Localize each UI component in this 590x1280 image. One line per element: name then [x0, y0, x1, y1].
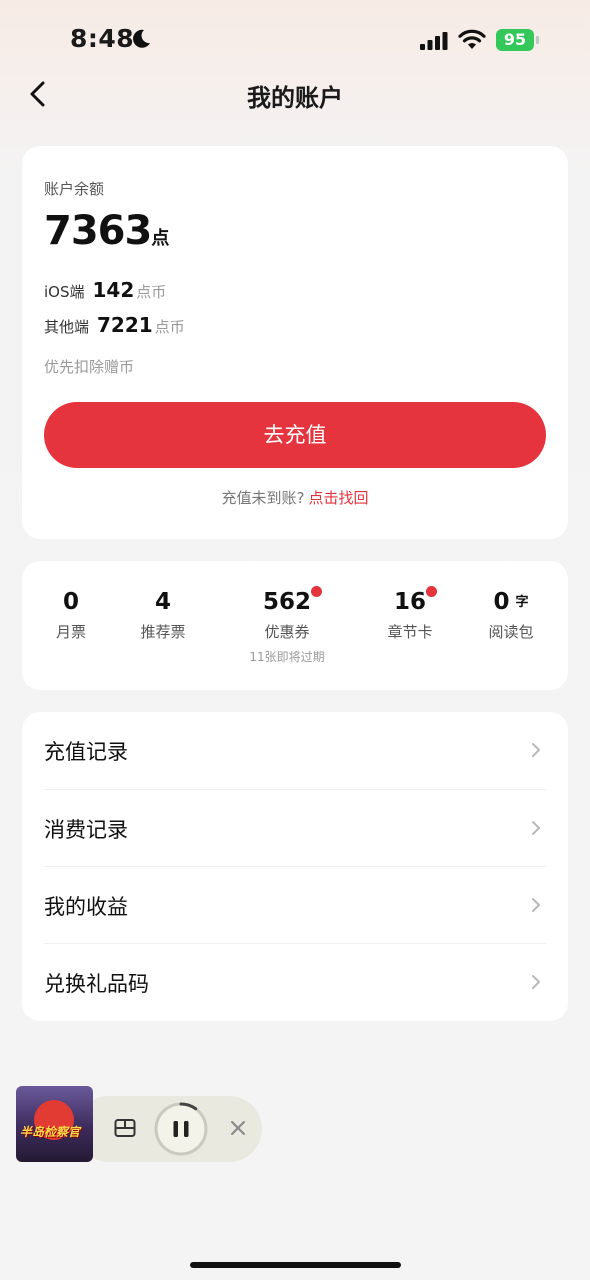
- recharge-button[interactable]: 去充值: [44, 402, 546, 468]
- other-balance-row: 其他端 7221 点币: [44, 313, 185, 337]
- menu-item-label: 我的收益: [44, 895, 128, 919]
- chevron-right-icon: [532, 975, 540, 989]
- status-time: 8:48: [70, 24, 135, 53]
- ios-unit: 点币: [136, 283, 167, 301]
- balance-card: 账户余额 7363点 iOS端 142 点币 其他端 7221 点币 优先扣除赠币 去充…: [22, 146, 568, 539]
- close-icon[interactable]: [230, 1120, 246, 1136]
- priority-note: 优先扣除赠币: [44, 358, 135, 376]
- status-bar: 8:48 95: [0, 0, 590, 80]
- wifi-icon: [458, 29, 486, 49]
- stat-reading-pack[interactable]: 0字 阅读包: [476, 589, 546, 642]
- other-value: 7221: [97, 313, 153, 337]
- missing-recharge-row: 充值未到账? 点击找回: [22, 487, 568, 508]
- menu-item-label: 兑换礼品码: [44, 972, 149, 996]
- chevron-right-icon: [532, 743, 540, 757]
- ios-balance-row: iOS端 142 点币: [44, 278, 166, 302]
- notification-dot: [426, 586, 437, 597]
- other-label: 其他端: [44, 318, 90, 336]
- balance-unit: 点: [151, 228, 170, 249]
- notification-dot: [311, 586, 322, 597]
- back-icon[interactable]: [24, 78, 54, 110]
- chevron-right-icon: [532, 821, 540, 835]
- stat-monthly-ticket[interactable]: 0 月票: [36, 589, 106, 642]
- retrieve-link[interactable]: 点击找回: [308, 489, 368, 507]
- balance-label: 账户余额: [44, 180, 105, 198]
- chevron-right-icon: [532, 898, 540, 912]
- stat-suffix: 字: [515, 595, 529, 610]
- coupon-expiry-note: 11张即将过期: [249, 650, 325, 664]
- menu-item-label: 充值记录: [44, 740, 128, 764]
- home-indicator: [190, 1262, 401, 1268]
- stat-coupon[interactable]: 562 优惠券 11张即将过期: [232, 586, 342, 665]
- stat-value: 0字: [493, 589, 529, 615]
- menu-item-redeem-gift-code[interactable]: 兑换礼品码: [44, 944, 546, 1021]
- stat-label: 章节卡: [387, 623, 433, 641]
- stat-value: 4: [154, 589, 171, 615]
- mini-player: 半岛检察官: [16, 1086, 262, 1162]
- menu-item-recharge-record[interactable]: 充值记录: [44, 712, 546, 789]
- menu-card: 充值记录 消费记录 我的收益 兑换礼品码: [22, 712, 568, 1021]
- stat-recommend-ticket[interactable]: 4 推荐票: [128, 589, 198, 642]
- page-title: 我的账户: [247, 84, 343, 112]
- stat-label: 推荐票: [140, 623, 186, 641]
- pause-button[interactable]: [153, 1101, 209, 1157]
- ios-label: iOS端: [44, 283, 85, 301]
- menu-item-label: 消费记录: [44, 818, 128, 842]
- menu-item-consumption-record[interactable]: 消费记录: [44, 790, 546, 867]
- audiobook-cover[interactable]: 半岛检察官: [16, 1086, 93, 1162]
- balance-amount: 7363: [44, 208, 152, 254]
- balance-value: 7363点: [44, 208, 169, 254]
- ios-value: 142: [92, 278, 135, 302]
- battery-tip: [536, 36, 539, 44]
- stat-value: 562: [263, 586, 322, 615]
- moon-icon: [133, 29, 150, 48]
- cover-title: 半岛检察官: [20, 1125, 81, 1139]
- stat-label: 月票: [55, 623, 86, 641]
- menu-item-my-earnings[interactable]: 我的收益: [44, 867, 546, 944]
- stats-card: 0 月票 4 推荐票 562 优惠券 11张即将过期 16 章节卡 0字 阅读包: [22, 561, 568, 690]
- stat-label: 阅读包: [488, 623, 534, 641]
- stat-chapter-card[interactable]: 16 章节卡: [375, 586, 445, 642]
- stat-label: 优惠券: [264, 623, 310, 641]
- battery-level: 95: [496, 29, 534, 51]
- stat-value: 16: [394, 586, 437, 615]
- battery-icon: 95: [496, 29, 540, 51]
- other-unit: 点币: [154, 318, 185, 336]
- missing-text: 充值未到账?: [221, 489, 305, 507]
- book-icon[interactable]: [113, 1116, 137, 1140]
- cellular-signal-icon: [420, 32, 448, 50]
- stat-value: 0: [62, 589, 79, 615]
